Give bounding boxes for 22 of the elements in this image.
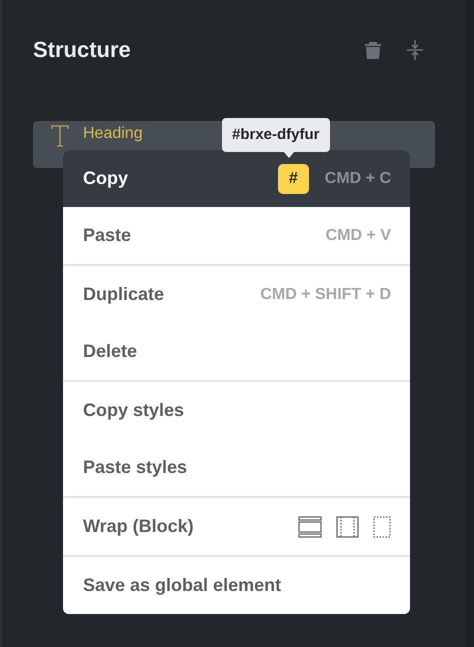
menu-item-label: Paste xyxy=(83,224,132,247)
shortcut-label: CMD + V xyxy=(326,226,391,246)
shortcut-label: CMD + SHIFT + D xyxy=(260,284,391,304)
shortcut-label: CMD + C xyxy=(324,168,391,188)
columns-wrap-icon[interactable] xyxy=(336,516,359,538)
menu-item-label: Paste styles xyxy=(83,456,188,479)
tooltip: #brxe-dfyfur xyxy=(222,118,330,152)
collapse-icon[interactable] xyxy=(406,38,424,60)
menu-item-label: Delete xyxy=(83,340,138,363)
menu-item-label: Wrap (Block) xyxy=(83,515,194,538)
text-icon xyxy=(51,125,69,147)
menu-item[interactable]: Copy # CMD + C xyxy=(63,150,410,207)
block-wrap-icon[interactable] xyxy=(298,516,322,538)
trash-icon[interactable] xyxy=(364,40,382,60)
menu-item-label: Copy xyxy=(83,167,128,190)
dotted-wrap-icon[interactable] xyxy=(373,516,391,538)
id-badge[interactable]: # xyxy=(278,164,309,194)
tree-item-label: Heading xyxy=(83,125,143,143)
menu-item-label: Save as global element xyxy=(83,574,282,597)
menu-item-label: Duplicate xyxy=(83,283,164,306)
panel-title: Structure xyxy=(33,36,131,64)
menu-item-label: Copy styles xyxy=(83,399,184,422)
